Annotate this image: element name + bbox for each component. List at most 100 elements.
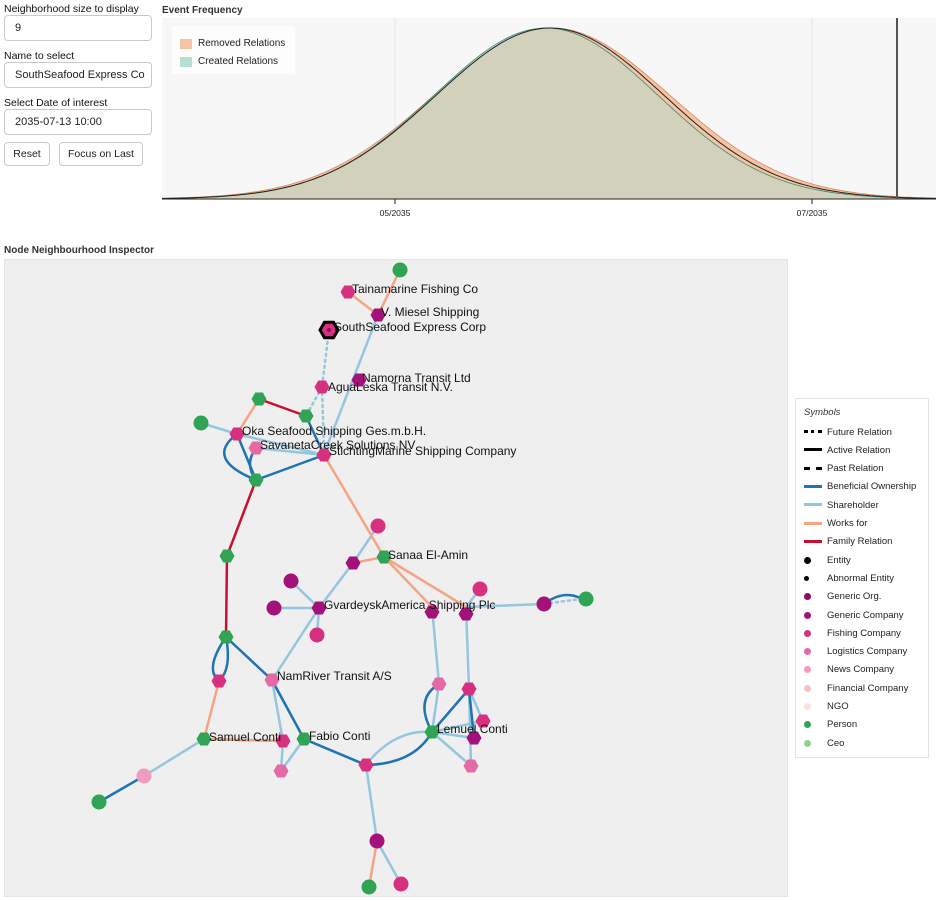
news-node[interactable] [136,768,152,784]
legend-symbol [804,519,822,529]
legend-symbol [804,445,822,455]
label-tainamarine: Tainamarine Fishing Co [352,282,478,296]
graph-title: Node Neighbourhood Inspector [4,245,154,256]
x-tick-label-07-2035: 07/2035 [797,208,828,218]
label-lemuel: Lemuel Conti [437,722,508,736]
legend-symbol [804,702,822,712]
legend-item-family-relation: Family Relation [804,535,892,549]
legend-item-logistics-company: Logistics Company [804,645,907,659]
legend-label: Beneficial Ownership [827,481,917,493]
legend-label: Future Relation [827,426,892,438]
fishing-company-node[interactable] [309,627,325,643]
reset-button[interactable]: Reset [4,142,50,166]
legend-label: Generic Org. [827,591,882,603]
legend-label: Person [827,719,858,731]
name-select-input[interactable] [4,62,152,88]
legend-item-beneficial-ownership: Beneficial Ownership [804,480,916,494]
legend-created-label: Created Relations [198,56,279,67]
neighborhood-size-input[interactable] [4,15,152,41]
legend-label: Entity [827,554,851,566]
legend-symbol [804,610,822,620]
legend-label: Abnormal Entity [827,572,895,584]
legend-label: Family Relation [827,536,893,548]
legend-item-future-relation: Future Relation [804,425,892,439]
legend-symbol [804,555,822,565]
legend-label: Shareholder [827,499,879,511]
removed-swatch [180,38,192,49]
legend-label: Financial Company [827,682,909,694]
legend-item-news-company: News Company [804,663,894,677]
generic-company-node[interactable] [266,600,282,616]
x-tick-label-05-2035: 05/2035 [380,208,411,218]
legend-item-financial-company: Financial Company [804,681,908,695]
legend-label: Ceo [827,737,845,749]
label-fabio: Fabio Conti [309,729,370,743]
date-label: Select Date of interest [4,97,108,109]
legend-symbol [804,665,822,675]
legend-item-active-relation: Active Relation [804,443,890,457]
legend-label: Generic Company [827,609,904,621]
graph-background [4,259,788,897]
generic-company-node[interactable] [283,573,299,589]
name-select-label: Name to select [4,50,75,62]
label-oka: Oka Seafood Shipping Ges.m.b.H. [242,424,426,438]
neighborhood-size-label: Neighborhood size to display [4,3,139,15]
legend-symbol [804,537,822,547]
legend-item-abnormal-entity: Abnormal Entity [804,571,894,585]
legend-item-entity: Entity [804,553,851,567]
person-node[interactable] [193,415,209,431]
legend-item-works-for: Works for [804,517,867,531]
neighbourhood-graph[interactable]: Tainamarine Fishing Co V. Miesel Shippin… [4,259,788,897]
focus-last-button[interactable]: Focus on Last [59,142,143,166]
legend-created-relations: Created Relations [180,56,278,67]
generic-company-node[interactable] [369,833,385,849]
label-gvardeysk: GvardeyskAmerica Shipping Plc [324,598,495,612]
legend-label: Active Relation [827,444,891,456]
legend-label: Fishing Company [827,627,901,639]
legend-title: Symbols [804,407,841,418]
person-node[interactable] [91,794,107,810]
legend-item-past-relation: Past Relation [804,462,884,476]
fishing-company-node[interactable] [393,876,409,892]
symbols-legend: Symbols Future Relation Active Relation Pa… [795,398,929,758]
fishing-company-node[interactable] [472,581,488,597]
created-swatch [180,56,192,67]
person-node[interactable] [392,262,408,278]
legend-symbol [804,573,822,583]
legend-symbol [804,592,822,602]
label-agualeska: AguaLeska Transit N.V. [328,380,453,394]
legend-item-ceo: Ceo [804,736,844,750]
legend-label: Logistics Company [827,646,908,658]
label-samuel: Samuel Conti [209,730,281,744]
date-input[interactable] [4,109,152,135]
generic-company-node[interactable] [536,596,552,612]
label-namriver: NamRiver Transit A/S [277,669,392,683]
legend-label: NGO [827,701,849,712]
label-stichting: StichtingMarine Shipping Company [329,444,516,458]
fishing-company-node[interactable] [370,518,386,534]
legend-item-fishing-company: Fishing Company [804,626,901,640]
label-southseafood: SouthSeafood Express Corp [334,320,486,334]
legend-item-generic-org: Generic Org. [804,590,881,604]
legend-symbol [804,683,822,693]
legend-symbol [804,628,822,638]
legend-item-generic-company: Generic Company [804,608,904,622]
legend-symbol [804,738,822,748]
legend-removed-relations: Removed Relations [180,38,285,49]
person-node[interactable] [361,879,377,895]
legend-item-shareholder: Shareholder [804,498,879,512]
legend-label: News Company [827,664,895,676]
legend-symbol [804,500,822,510]
legend-symbol [804,427,822,437]
label-miesel: V. Miesel Shipping [381,305,479,319]
legend-item-ngo: NGO [804,700,849,714]
selected-node-center [327,328,331,332]
legend-item-person: Person [804,718,857,732]
legend-symbol [804,464,822,474]
label-sanaa: Sanaa El-Amin [388,548,468,562]
legend-symbol [804,647,822,657]
event-frequency-title: Event Frequency [162,5,243,16]
legend-removed-label: Removed Relations [198,38,286,49]
legend-label: Works for [827,518,868,529]
person-node[interactable] [578,591,594,607]
